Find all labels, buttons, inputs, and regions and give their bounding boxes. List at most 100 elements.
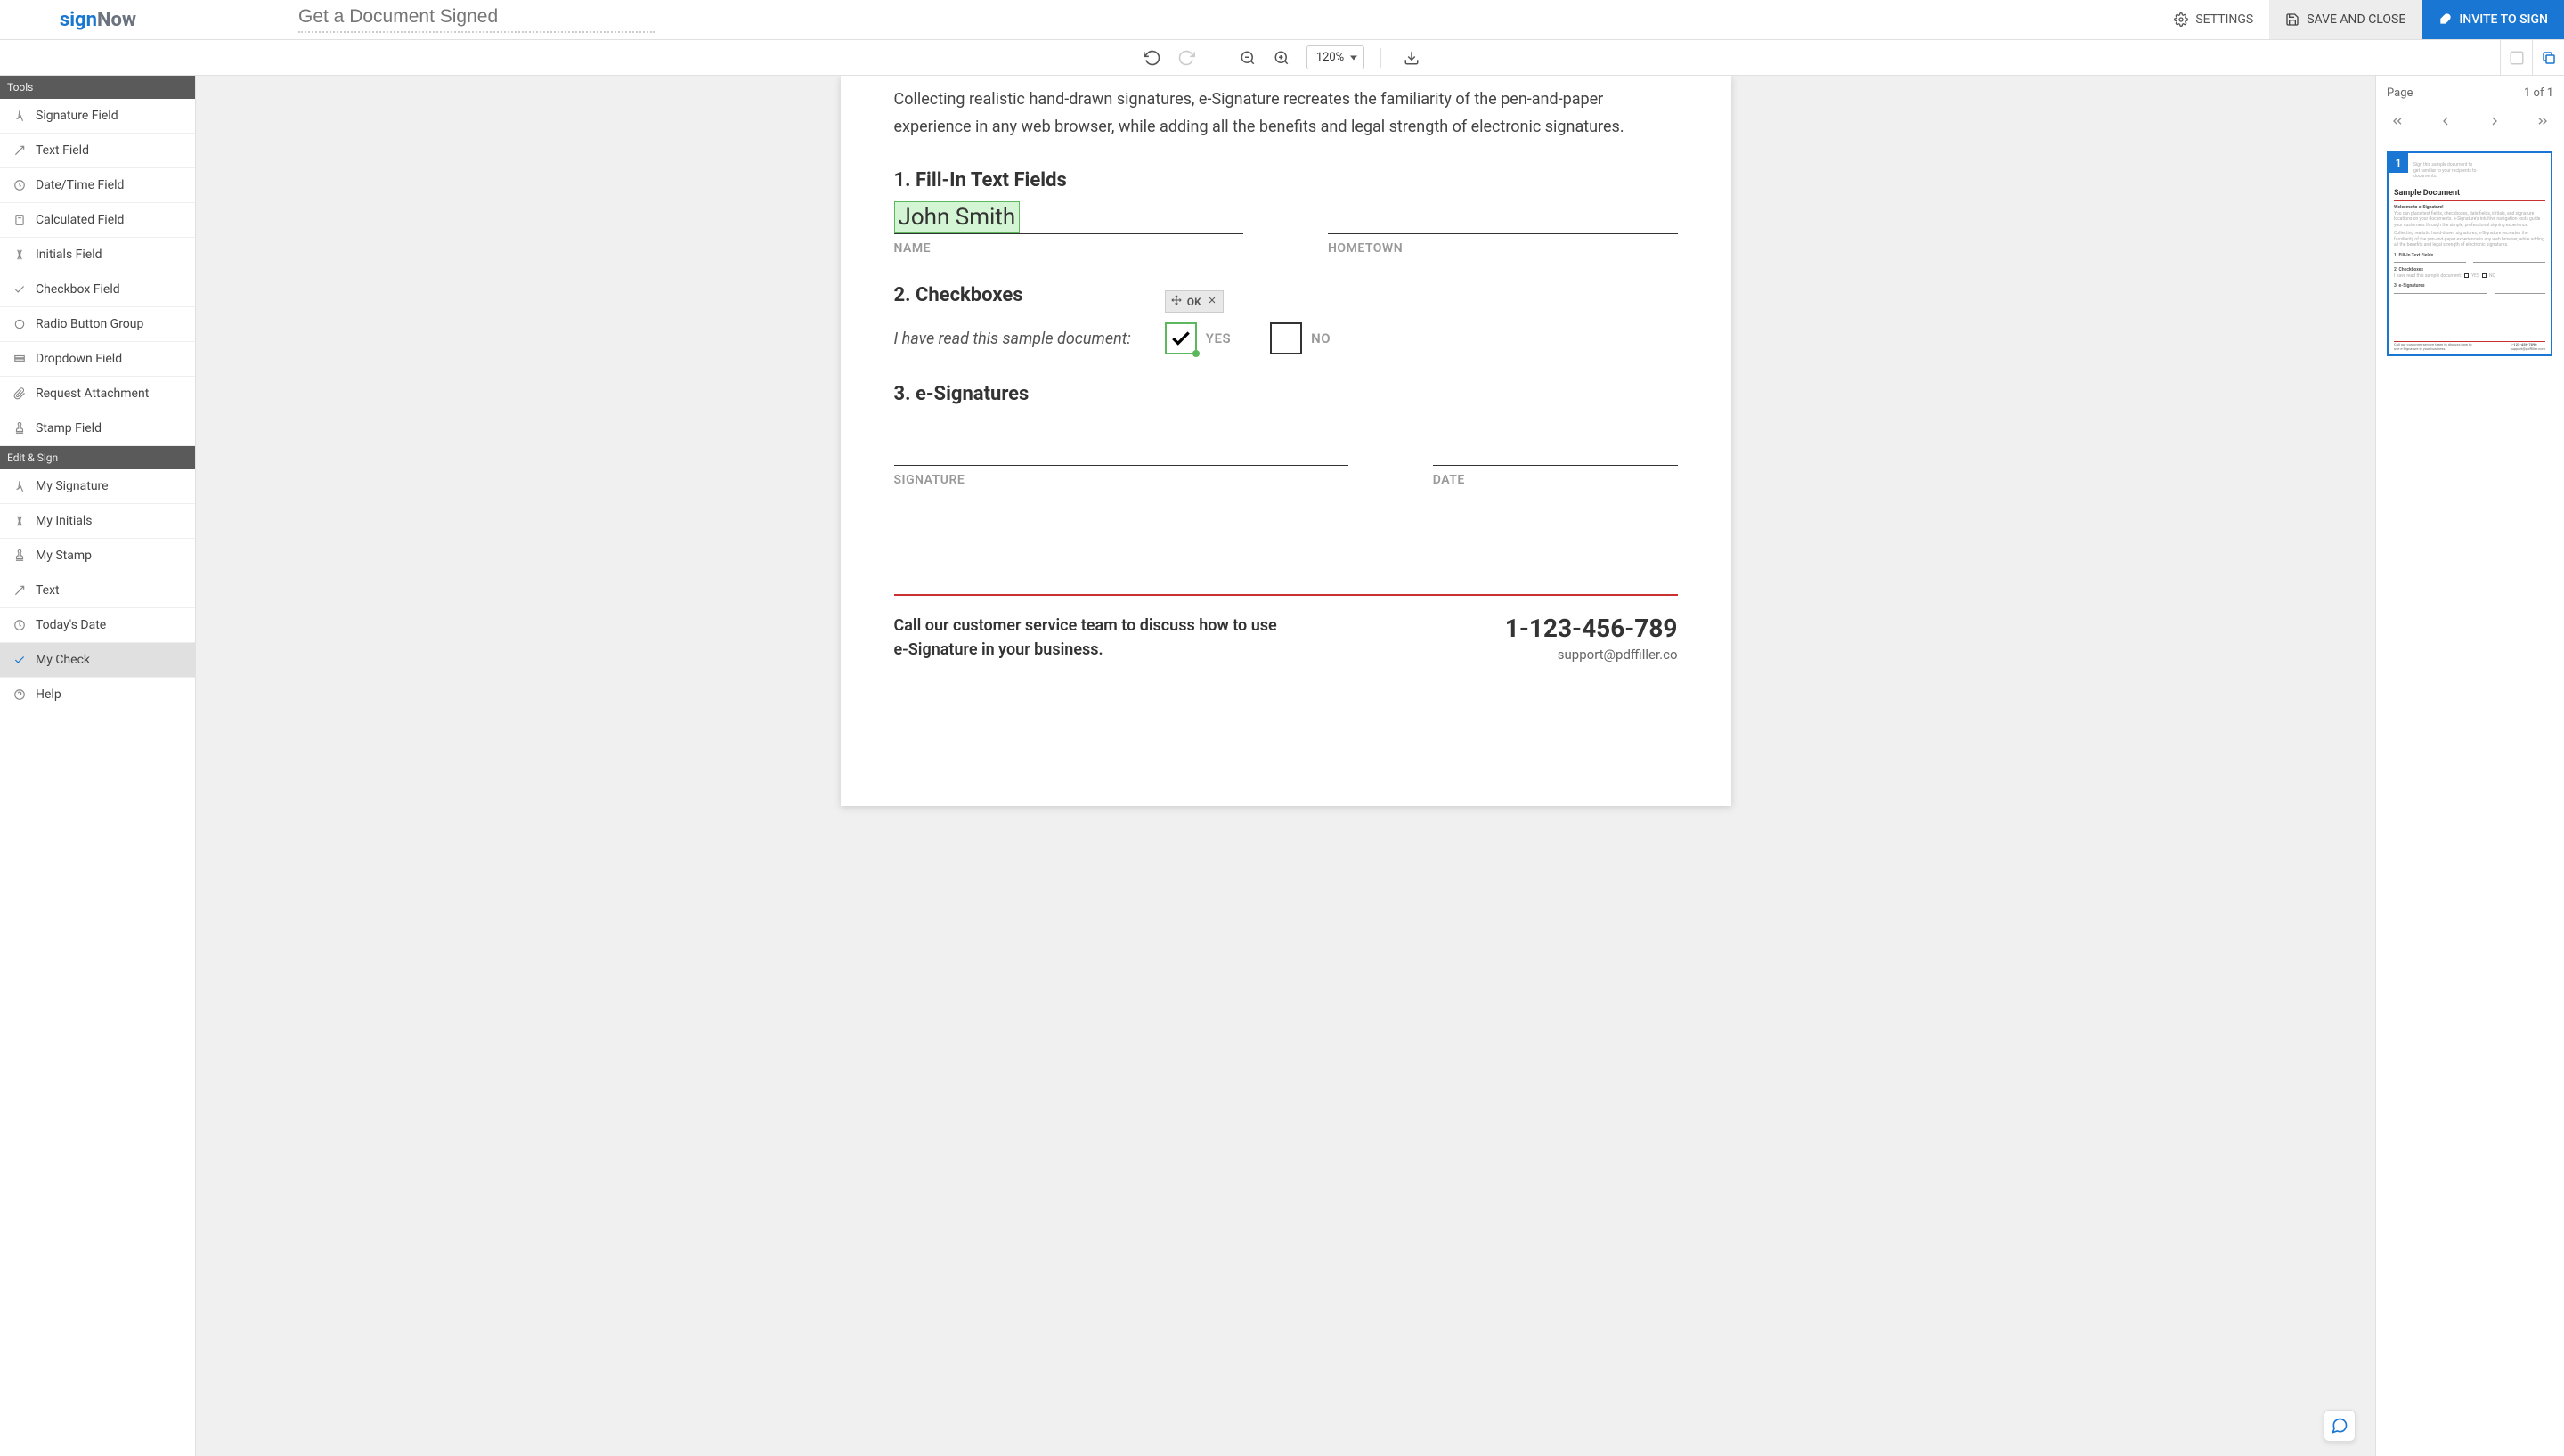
date-field[interactable]	[1433, 432, 1678, 466]
footer-phone: 1-123-456-789	[1505, 614, 1678, 643]
next-page-button[interactable]	[2484, 110, 2505, 135]
pages-panel-button[interactable]	[2532, 40, 2564, 75]
yes-label: YES	[1206, 330, 1231, 346]
redo-button[interactable]	[1172, 44, 1201, 72]
name-value: John Smith	[894, 201, 1021, 233]
sidebar-item-label: My Stamp	[36, 549, 92, 563]
sidebar-item-label: My Check	[36, 653, 90, 667]
ok-button[interactable]: OK	[1187, 296, 1201, 308]
sidebar-tool-request-attachment[interactable]: Request Attachment	[0, 377, 195, 411]
sidebar-item-label: Dropdown Field	[36, 352, 122, 366]
stamp-icon	[12, 549, 27, 563]
footer-text: Call our customer service team to discus…	[894, 614, 1286, 662]
page-count: 1 of 1	[2524, 86, 2553, 100]
first-page-button[interactable]	[2387, 110, 2408, 135]
save-close-button[interactable]: SAVE AND CLOSE	[2269, 0, 2422, 39]
signature-field[interactable]	[894, 432, 1348, 466]
sidebar-tool-stamp-field[interactable]: Stamp Field	[0, 411, 195, 446]
last-page-button[interactable]	[2532, 110, 2553, 135]
document-title-input[interactable]	[298, 6, 655, 33]
signature-label: SIGNATURE	[894, 473, 1348, 487]
invite-label: INVITE TO SIGN	[2459, 12, 2548, 27]
save-label: SAVE AND CLOSE	[2307, 12, 2405, 27]
zoom-in-button[interactable]	[1267, 44, 1296, 72]
sidebar-tool-dropdown-field[interactable]: Dropdown Field	[0, 342, 195, 377]
signature-icon	[12, 479, 27, 493]
sidebar-tool-signature-field[interactable]: Signature Field	[0, 99, 195, 134]
section-1-heading: 1. Fill-In Text Fields	[894, 169, 1678, 191]
undo-button[interactable]	[1138, 44, 1167, 72]
sidebar-item-label: Help	[36, 687, 61, 702]
pages-panel: Page 1 of 1 1 Sign this sample document …	[2375, 76, 2564, 1456]
sidebar-item-label: Initials Field	[36, 248, 102, 262]
sidebar-item-label: Date/Time Field	[36, 178, 124, 192]
resize-handle[interactable]	[1192, 350, 1200, 357]
sidebar-tool-checkbox-field[interactable]: Checkbox Field	[0, 272, 195, 307]
zoom-out-button[interactable]	[1233, 44, 1262, 72]
no-label: NO	[1311, 330, 1331, 346]
zoom-select[interactable]: 120%	[1306, 45, 1364, 69]
sidebar-item-label: Checkbox Field	[36, 282, 120, 297]
help-icon	[12, 687, 27, 702]
sidebar-item-label: Today's Date	[36, 618, 106, 632]
initials-icon	[12, 248, 27, 262]
date-label: DATE	[1433, 473, 1678, 487]
settings-button[interactable]: SETTINGS	[2158, 0, 2269, 39]
tools-section-header: Tools	[0, 76, 195, 99]
sidebar-tool-date-time-field[interactable]: Date/Time Field	[0, 168, 195, 203]
settings-label: SETTINGS	[2195, 12, 2253, 27]
dropdown-icon	[12, 352, 27, 366]
text-icon	[12, 143, 27, 158]
download-button[interactable]	[1397, 44, 1426, 72]
radio-icon	[12, 317, 27, 331]
prev-page-button[interactable]	[2435, 110, 2456, 135]
yes-checkbox[interactable]	[1165, 322, 1197, 354]
document-page: Collecting realistic hand-drawn signatur…	[841, 76, 1731, 806]
move-handle-icon[interactable]	[1171, 295, 1182, 308]
sidebar-tool-radio-button-group[interactable]: Radio Button Group	[0, 307, 195, 342]
checkbox-prompt: I have read this sample document:	[894, 329, 1131, 348]
check-icon	[12, 653, 27, 667]
sidebar-editsign-today-s-date[interactable]: Today's Date	[0, 608, 195, 643]
canvas-area[interactable]: Collecting realistic hand-drawn signatur…	[196, 76, 2375, 1456]
sidebar-editsign-my-check[interactable]: My Check	[0, 643, 195, 678]
clock-icon	[12, 618, 27, 632]
sidebar-item-label: Stamp Field	[36, 421, 102, 435]
close-field-button[interactable]	[1207, 295, 1217, 308]
feather-icon	[2438, 12, 2452, 27]
clock-icon	[12, 178, 27, 192]
sidebar-editsign-text[interactable]: Text	[0, 573, 195, 608]
doc-intro-text: Collecting realistic hand-drawn signatur…	[894, 76, 1678, 141]
invite-sign-button[interactable]: INVITE TO SIGN	[2422, 0, 2564, 39]
logo: signNow	[0, 9, 196, 31]
hometown-label: HOMETOWN	[1328, 241, 1678, 256]
chat-button[interactable]	[2324, 1410, 2356, 1442]
sidebar-editsign-my-initials[interactable]: My Initials	[0, 504, 195, 539]
sidebar-tool-text-field[interactable]: Text Field	[0, 134, 195, 168]
no-checkbox[interactable]	[1270, 322, 1302, 354]
sidebar-editsign-my-stamp[interactable]: My Stamp	[0, 539, 195, 573]
sidebar-editsign-help[interactable]: Help	[0, 678, 195, 712]
sidebar-tool-initials-field[interactable]: Initials Field	[0, 238, 195, 272]
sidebar-item-label: Text	[36, 583, 60, 598]
sidebar-tool-calculated-field[interactable]: Calculated Field	[0, 203, 195, 238]
field-ok-toolbar: OK	[1165, 290, 1224, 313]
gear-icon	[2174, 12, 2188, 27]
text-icon	[12, 583, 27, 598]
panel-toggle-button[interactable]	[2500, 40, 2532, 75]
name-field[interactable]: John Smith	[894, 200, 1244, 234]
sidebar-item-label: Request Attachment	[36, 386, 149, 401]
thumb-page-number: 1	[2389, 153, 2408, 173]
sidebar-editsign-my-signature[interactable]: My Signature	[0, 469, 195, 504]
sidebar-item-label: Radio Button Group	[36, 317, 143, 331]
signature-icon	[12, 109, 27, 123]
check-icon	[12, 282, 27, 297]
page-thumbnail-1[interactable]: 1 Sign this sample document toget famili…	[2387, 151, 2552, 356]
calc-icon	[12, 213, 27, 227]
editsign-section-header: Edit & Sign	[0, 446, 195, 469]
section-3-heading: 3. e-Signatures	[894, 383, 1678, 405]
hometown-field[interactable]	[1328, 200, 1678, 234]
attach-icon	[12, 386, 27, 401]
initials-icon	[12, 514, 27, 528]
name-label: NAME	[894, 241, 1244, 256]
